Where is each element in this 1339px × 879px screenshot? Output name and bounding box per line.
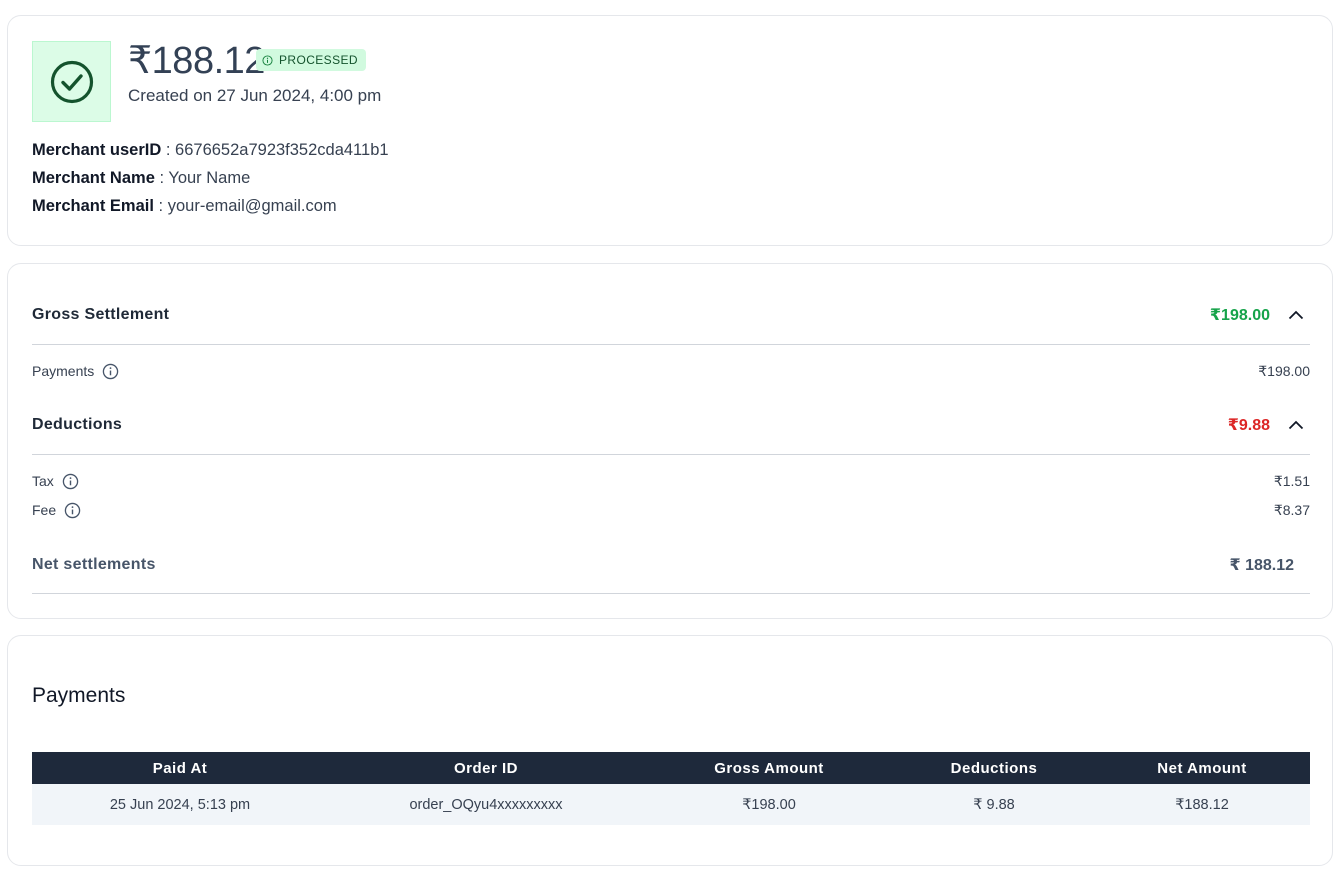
merchant-email: Merchant Email : your-email@gmail.com [32,197,337,216]
divider [32,593,1310,594]
fee-row: Fee ₹8.37 [32,501,1310,519]
fee-amount: ₹8.37 [1273,501,1310,518]
column-header-gross-amount: Gross Amount [714,759,824,777]
tax-label: Tax [32,473,54,489]
payments-title: Payments [32,684,126,707]
gross-settlement-header[interactable]: Gross Settlement ₹198.00 [32,304,1310,326]
merchant-userid-label: Merchant userID [32,141,162,159]
info-icon[interactable] [102,363,119,380]
settlement-breakdown-card: Gross Settlement ₹198.00 Payments ₹198.0… [7,263,1333,619]
merchant-name-value: : Your Name [154,169,251,187]
merchant-email-value: : your-email@gmail.com [153,197,337,215]
payments-row: Payments ₹198.00 [32,362,1310,380]
settlement-amount: ₹188.12 [128,40,265,82]
divider [32,454,1310,455]
divider [32,344,1310,345]
column-header-order-id: Order ID [453,759,518,777]
deductions-label: Deductions [32,416,123,433]
info-icon [262,54,273,66]
payments-amount: ₹198.00 [1258,362,1310,379]
column-header-net-amount: Net Amount [1157,759,1247,777]
net-settlements-label: Net settlements [32,556,156,573]
deductions-header[interactable]: Deductions ₹9.88 [32,414,1310,436]
merchant-userid-value: : 6676652a7923f352cda411b1 [161,141,389,159]
status-badge: PROCESSED [256,49,366,71]
check-circle-icon [49,59,95,105]
chevron-up-icon[interactable] [1288,420,1304,430]
tax-row: Tax ₹1.51 [32,472,1310,490]
payments-table: Paid At Order ID Gross Amount Deductions… [32,752,1310,825]
fee-label: Fee [32,502,57,518]
payments-card: Payments Paid At Order ID Gross Amount D… [7,635,1333,866]
cell-gross-amount: ₹198.00 [742,796,796,813]
merchant-email-label: Merchant Email [32,197,154,215]
settlement-summary-card: ₹188.12 PROCESSED Created on 27 Jun 2024… [7,15,1333,246]
chevron-up-icon[interactable] [1288,310,1304,320]
table-row[interactable]: 25 Jun 2024, 5:13 pm order_OQyu4xxxxxxxx… [32,784,1310,825]
gross-settlement-amount: ₹198.00 [1209,307,1270,324]
created-date: Created on 27 Jun 2024, 4:00 pm [128,86,382,105]
status-label: PROCESSED [279,53,358,67]
net-settlements-amount: ₹ 188.12 [1229,557,1294,574]
merchant-userid: Merchant userID : 6676652a7923f352cda411… [32,141,389,160]
payments-label: Payments [32,363,95,379]
cell-net-amount: ₹188.12 [1175,796,1229,813]
cell-order-id: order_OQyu4xxxxxxxxx [409,796,563,813]
deductions-amount: ₹9.88 [1227,417,1270,434]
column-header-deductions: Deductions [950,759,1038,777]
merchant-name-label: Merchant Name [32,169,155,187]
cell-deductions: ₹ 9.88 [973,796,1015,813]
gross-settlement-label: Gross Settlement [32,306,170,323]
column-header-paid-at: Paid At [152,759,208,777]
cell-paid-at: 25 Jun 2024, 5:13 pm [109,796,251,813]
info-icon[interactable] [64,502,81,519]
status-tile [32,41,111,122]
net-settlements-row: Net settlements ₹ 188.12 [32,554,1310,576]
tax-amount: ₹1.51 [1273,472,1310,489]
info-icon[interactable] [62,473,79,490]
merchant-name: Merchant Name : Your Name [32,169,250,188]
table-header: Paid At Order ID Gross Amount Deductions… [32,752,1310,784]
